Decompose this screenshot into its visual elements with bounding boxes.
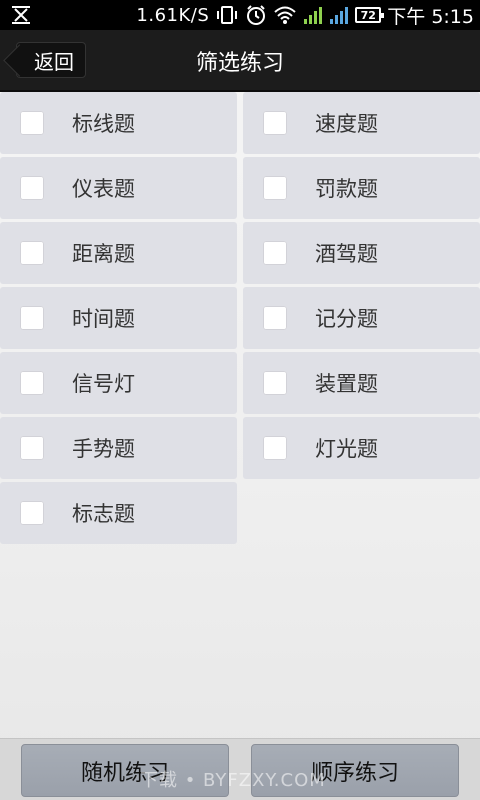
battery-level: 72: [360, 8, 376, 22]
checkbox[interactable]: [20, 501, 44, 525]
option-item[interactable]: 距离题: [0, 222, 237, 284]
option-grid: 标线题 速度题 仪表题 罚款题 距离题 酒驾题 时间题 记分题 信号灯 装置题 …: [0, 92, 480, 544]
checkbox[interactable]: [263, 371, 287, 395]
option-item[interactable]: 仪表题: [0, 157, 237, 219]
clock: 下午 5:15: [387, 5, 474, 28]
wifi-icon: [273, 5, 297, 25]
signal-icon-2: [329, 5, 349, 25]
checkbox[interactable]: [20, 111, 44, 135]
alarm-icon: [245, 4, 267, 26]
option-label: 灯光题: [315, 437, 378, 461]
checkbox[interactable]: [20, 436, 44, 460]
app-notification-icon: [10, 5, 32, 25]
network-speed: 1.61K/S: [136, 4, 210, 26]
option-item[interactable]: 速度题: [243, 92, 480, 154]
option-label: 距离题: [72, 242, 135, 266]
checkbox[interactable]: [263, 436, 287, 460]
option-item[interactable]: 手势题: [0, 417, 237, 479]
option-label: 信号灯: [72, 372, 135, 396]
checkbox[interactable]: [20, 306, 44, 330]
option-item[interactable]: 标线题: [0, 92, 237, 154]
option-label: 装置题: [315, 372, 378, 396]
sequential-practice-button[interactable]: 顺序练习: [251, 744, 459, 797]
checkbox[interactable]: [20, 371, 44, 395]
signal-icon: [303, 5, 323, 25]
checkbox[interactable]: [263, 176, 287, 200]
option-label: 标线题: [72, 112, 135, 136]
back-button[interactable]: 返回: [16, 42, 86, 78]
option-item[interactable]: 时间题: [0, 287, 237, 349]
checkbox[interactable]: [263, 241, 287, 265]
sequential-practice-label: 顺序练习: [310, 760, 399, 786]
status-bar: 1.61K/S 72 下午 5:15: [0, 0, 480, 30]
option-item[interactable]: 标志题: [0, 482, 237, 544]
option-label: 时间题: [72, 307, 135, 331]
back-button-label: 返回: [34, 49, 74, 74]
option-label: 酒驾题: [315, 242, 378, 266]
option-label: 仪表题: [72, 177, 135, 201]
checkbox[interactable]: [263, 111, 287, 135]
random-practice-button[interactable]: 随机练习: [21, 744, 229, 797]
bottom-bar: 随机练习 顺序练习 下载 • BYFZXY.COM: [0, 738, 480, 800]
option-item[interactable]: 记分题: [243, 287, 480, 349]
vibrate-icon: [215, 5, 239, 25]
option-item[interactable]: 酒驾题: [243, 222, 480, 284]
option-item[interactable]: 装置题: [243, 352, 480, 414]
checkbox[interactable]: [263, 306, 287, 330]
option-label: 标志题: [72, 502, 135, 526]
option-item[interactable]: 罚款题: [243, 157, 480, 219]
battery-icon: 72: [355, 7, 385, 23]
option-label: 记分题: [315, 307, 378, 331]
option-item[interactable]: 灯光题: [243, 417, 480, 479]
random-practice-label: 随机练习: [80, 760, 169, 786]
checkbox[interactable]: [20, 176, 44, 200]
option-label: 速度题: [315, 112, 378, 136]
checkbox[interactable]: [20, 241, 44, 265]
option-label: 手势题: [72, 437, 135, 461]
option-item[interactable]: 信号灯: [0, 352, 237, 414]
title-bar: 筛选练习 返回: [0, 30, 480, 92]
option-label: 罚款题: [315, 177, 378, 201]
